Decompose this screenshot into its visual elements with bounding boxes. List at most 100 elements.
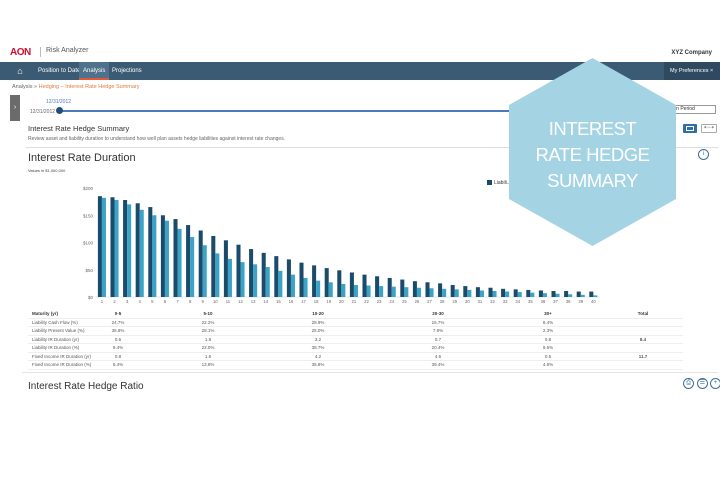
bar-series-2[interactable]	[429, 288, 434, 297]
table-row: Fixed Income IR Duration (%) 6.4% 13.8% 35.…	[28, 361, 683, 370]
info-icon[interactable]: i	[698, 149, 709, 160]
bar-series-1[interactable]	[450, 285, 455, 297]
bar-series-1[interactable]	[564, 291, 569, 297]
bar-series-2[interactable]	[442, 288, 447, 297]
bar-series-1[interactable]	[135, 203, 140, 297]
bar-series-1[interactable]	[223, 240, 228, 297]
bar-series-2[interactable]	[202, 245, 207, 297]
bar-series-2[interactable]	[404, 287, 409, 297]
bar-series-1[interactable]	[375, 276, 380, 297]
bar-series-2[interactable]	[139, 209, 144, 297]
bar-series-1[interactable]	[211, 235, 216, 297]
bar-series-2[interactable]	[290, 274, 295, 297]
bar-series-2[interactable]	[177, 228, 182, 297]
aon-logo[interactable]: AON	[10, 47, 31, 58]
timeline-slider-handle[interactable]	[56, 107, 63, 114]
bar-series-2[interactable]	[253, 264, 258, 297]
bar-series-1[interactable]	[198, 230, 203, 297]
timeline-slider-track[interactable]	[60, 110, 540, 112]
bar-series-2[interactable]	[454, 289, 459, 297]
home-icon[interactable]: ⌂	[14, 65, 26, 77]
bar-series-1[interactable]	[97, 196, 102, 297]
table-view-icon[interactable]	[683, 124, 697, 133]
company-name[interactable]: XYZ Company	[671, 50, 712, 56]
bar-series-1[interactable]	[501, 288, 506, 297]
timeline-date-label: 12/31/2012	[46, 99, 72, 105]
bar-series-2[interactable]	[341, 283, 346, 297]
bar-series-1[interactable]	[362, 274, 367, 297]
share-icon[interactable]: ⇠⇢	[701, 124, 717, 133]
bar-series-2[interactable]	[391, 286, 396, 297]
bar-series-2[interactable]	[190, 237, 195, 297]
bar-series-2[interactable]	[542, 293, 547, 297]
bar-series-1[interactable]	[160, 215, 165, 297]
bar-series-1[interactable]	[387, 277, 392, 297]
bar-series-1[interactable]	[538, 290, 543, 297]
bar-series-2[interactable]	[555, 293, 560, 297]
bar-series-1[interactable]	[249, 249, 254, 297]
bar-series-2[interactable]	[114, 199, 119, 297]
bar-series-1[interactable]	[261, 252, 266, 297]
bar-series-2[interactable]	[379, 286, 384, 297]
bar-series-2[interactable]	[530, 292, 535, 297]
bar-series-1[interactable]	[123, 199, 128, 297]
bar-series-1[interactable]	[324, 268, 329, 297]
bar-series-2[interactable]	[366, 285, 371, 297]
bar-series-2[interactable]	[101, 197, 106, 297]
bar-series-2[interactable]	[164, 220, 169, 297]
bar-series-1[interactable]	[236, 244, 241, 297]
bar-series-2[interactable]	[593, 295, 598, 297]
nav-position-to-date[interactable]: Position to Date	[34, 62, 84, 80]
bar-series-2[interactable]	[127, 204, 132, 297]
bar-series-2[interactable]	[492, 291, 497, 297]
bar-series-1[interactable]	[337, 270, 342, 297]
bar-series-2[interactable]	[416, 287, 421, 297]
bar-series-1[interactable]	[438, 283, 443, 297]
nav-analysis[interactable]: Analysis	[79, 62, 110, 80]
print-icon[interactable]: ⎙	[683, 378, 694, 389]
bar-series-1[interactable]	[463, 286, 468, 297]
bar-series-1[interactable]	[148, 207, 153, 297]
bar-series-1[interactable]	[475, 287, 480, 297]
bar-series-2[interactable]	[467, 289, 472, 297]
bar-series-2[interactable]	[517, 292, 522, 297]
bar-series-1[interactable]	[349, 272, 354, 297]
bar-series-2[interactable]	[240, 262, 245, 297]
bar-series-2[interactable]	[568, 294, 573, 297]
bar-series-1[interactable]	[274, 256, 279, 297]
bar-series-2[interactable]	[152, 215, 157, 297]
bar-series-1[interactable]	[526, 289, 531, 297]
bar-series-1[interactable]	[488, 287, 493, 297]
breadcrumb-analysis[interactable]: Analysis	[12, 84, 32, 90]
bar-series-2[interactable]	[479, 290, 484, 297]
bar-series-1[interactable]	[513, 289, 518, 297]
bar-series-1[interactable]	[173, 219, 178, 297]
bar-series-1[interactable]	[312, 265, 317, 297]
bar-series-2[interactable]	[265, 267, 270, 297]
export-icon[interactable]: ☰	[697, 378, 708, 389]
bar-series-1[interactable]	[400, 279, 405, 297]
expand-icon[interactable]: +	[710, 378, 720, 389]
bar-series-2[interactable]	[505, 291, 510, 297]
side-panel-toggle[interactable]: ›	[10, 95, 20, 121]
bar-series-1[interactable]	[286, 259, 291, 297]
bar-series-1[interactable]	[412, 281, 417, 297]
bar-series-1[interactable]	[425, 282, 430, 297]
bar-series-2[interactable]	[215, 253, 220, 297]
bar-series-2[interactable]	[278, 270, 283, 297]
bar-series-2[interactable]	[580, 294, 585, 297]
bar-series-1[interactable]	[299, 262, 304, 297]
bar-series-1[interactable]	[186, 225, 191, 297]
bar-series-1[interactable]	[551, 291, 556, 297]
bar-series-2[interactable]	[227, 258, 232, 297]
bar-series-1[interactable]	[576, 291, 581, 297]
bar-series-2[interactable]	[328, 282, 333, 297]
bar-series-2[interactable]	[316, 280, 321, 297]
nav-projections[interactable]: Projections	[108, 62, 146, 80]
y-tick-label: $100	[83, 241, 94, 246]
bar-series-1[interactable]	[110, 197, 115, 297]
close-icon[interactable]: ×	[710, 68, 713, 74]
bar-series-2[interactable]	[303, 277, 308, 297]
bar-series-2[interactable]	[353, 285, 358, 297]
bar-series-1[interactable]	[589, 291, 594, 297]
